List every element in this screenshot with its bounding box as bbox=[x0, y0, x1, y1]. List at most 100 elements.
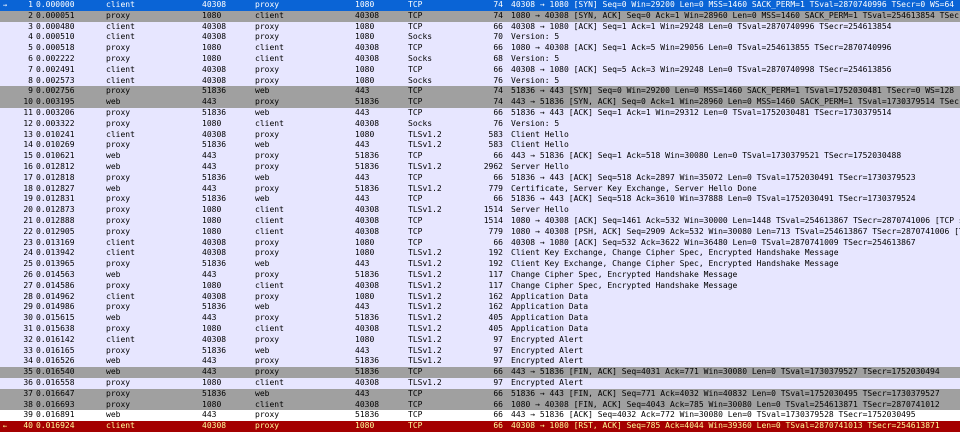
packet-protocol: Socks bbox=[408, 54, 433, 63]
packet-number: 35 bbox=[23, 367, 33, 377]
packet-row[interactable]: 6 0.002222 proxy 1080 client 40308 Socks 68 Vers… bbox=[0, 54, 960, 65]
packet-row[interactable]: ← 40 0.016924 client 40308 proxy 1080 TCP 66 4030… bbox=[0, 421, 960, 432]
packet-row[interactable]: 39 0.016891 web 443 proxy 51836 TCP 66 443 → 518… bbox=[0, 410, 960, 422]
packet-source-port: 51836 bbox=[202, 194, 227, 204]
packet-row[interactable]: 35 0.016540 web 443 proxy 51836 TCP 66 443 → 518… bbox=[0, 367, 960, 378]
packet-row[interactable]: 26 0.014563 web 443 proxy 51836 TLSv1.2 117 Chan… bbox=[0, 270, 960, 281]
packet-row[interactable]: 15 0.010621 web 443 proxy 51836 TCP 66 443 → 518… bbox=[0, 151, 960, 162]
packet-protocol: Socks bbox=[408, 118, 433, 128]
packet-source: client bbox=[106, 75, 135, 85]
packet-row[interactable]: 27 0.014586 proxy 1080 client 40308 TLSv1.2 117… bbox=[0, 280, 960, 292]
packet-source: proxy bbox=[106, 226, 131, 236]
packet-protocol: TCP bbox=[408, 410, 423, 420]
packet-info: 443 → 51836 [ACK] Seq=4032 Ack=772 Win=3… bbox=[511, 410, 916, 420]
packet-row[interactable]: 7 0.002491 client 40308 proxy 1080 TCP 66 40308 … bbox=[0, 64, 960, 76]
packet-row[interactable]: 14 0.010269 proxy 51836 web 443 TLSv1.2 583 Clie… bbox=[0, 140, 960, 152]
packet-row[interactable]: 34 0.016526 web 443 proxy 51836 TLSv1.2 97 Encry… bbox=[0, 356, 960, 368]
packet-destination: proxy bbox=[255, 291, 280, 301]
packet-protocol: TCP bbox=[408, 367, 423, 377]
packet-length: 74 bbox=[493, 10, 503, 20]
packet-source: web bbox=[106, 356, 121, 366]
packet-time: 0.012827 bbox=[36, 183, 75, 193]
packet-length: 1514 bbox=[483, 205, 503, 215]
packet-info: 51836 → 443 [FIN, ACK] Seq=771 Ack=4032 … bbox=[511, 388, 940, 398]
packet-protocol: TCP bbox=[408, 97, 423, 107]
packet-time: 0.016924 bbox=[36, 421, 75, 431]
packet-info: Version: 5 bbox=[511, 75, 560, 85]
packet-destination-port: 40308 bbox=[355, 324, 380, 333]
packet-destination-port: 1080 bbox=[355, 21, 375, 31]
packet-protocol: TLSv1.2 bbox=[408, 345, 442, 355]
packet-row[interactable]: 20 0.012873 proxy 1080 client 40308 TLSv1.2 151… bbox=[0, 205, 960, 216]
packet-protocol: TLSv1.2 bbox=[408, 313, 442, 323]
packet-row[interactable]: 36 0.016558 proxy 1080 client 40308 TLSv1.2 97 E… bbox=[0, 378, 960, 389]
packet-row[interactable]: 32 0.016142 client 40308 proxy 1080 TLSv1.2 97 E… bbox=[0, 334, 960, 346]
packet-destination: client bbox=[255, 205, 284, 215]
packet-length: 1514 bbox=[483, 216, 503, 225]
packet-protocol: TCP bbox=[408, 86, 423, 96]
packet-time: 0.010621 bbox=[36, 151, 75, 161]
packet-row[interactable]: 16 0.012812 web 443 proxy 51836 TLSv1.2 2962 Ser… bbox=[0, 162, 960, 173]
packet-destination: client bbox=[255, 10, 284, 20]
packet-time: 0.016891 bbox=[36, 410, 75, 420]
packet-row[interactable]: 23 0.013169 client 40308 proxy 1080 TCP 66 40308… bbox=[0, 237, 960, 249]
packet-row[interactable]: 31 0.015638 proxy 1080 client 40308 TLSv1.2 405… bbox=[0, 324, 960, 335]
packet-row[interactable]: → 1 0.000000 client 40308 proxy 1080 TCP 74 40308… bbox=[0, 0, 960, 11]
packet-row[interactable]: 21 0.012888 proxy 1080 client 40308 TCP 1514 108… bbox=[0, 216, 960, 227]
packet-source: proxy bbox=[106, 118, 131, 128]
packet-row[interactable]: 30 0.015615 web 443 proxy 51836 TLSv1.2 405 Appl… bbox=[0, 313, 960, 324]
packet-row[interactable]: 17 0.012818 proxy 51836 web 443 TCP 66 51836 → 4… bbox=[0, 172, 960, 184]
packet-destination-port: 40308 bbox=[355, 43, 380, 53]
packet-time: 0.015638 bbox=[36, 324, 75, 333]
packet-time: 0.002756 bbox=[36, 86, 75, 96]
packet-row[interactable]: 28 0.014962 client 40308 proxy 1080 TLSv1.2 162… bbox=[0, 291, 960, 303]
packet-time: 0.014586 bbox=[36, 280, 75, 290]
packet-row[interactable]: 38 0.016693 proxy 1080 client 40308 TCP 66 1080 … bbox=[0, 399, 960, 411]
packet-row[interactable]: 13 0.010241 client 40308 proxy 1080 TLSv1.2 583… bbox=[0, 129, 960, 141]
packet-row[interactable]: 8 0.002573 client 40308 proxy 1080 Socks 76 Vers… bbox=[0, 75, 960, 87]
packet-destination: proxy bbox=[255, 367, 280, 377]
packet-row[interactable]: 19 0.012831 proxy 51836 web 443 TCP 66 51836 → 4… bbox=[0, 194, 960, 206]
packet-destination: client bbox=[255, 324, 284, 333]
packet-info: Change Cipher Spec, Encrypted Handshake … bbox=[511, 280, 738, 290]
packet-destination: client bbox=[255, 43, 284, 53]
packet-number: 25 bbox=[23, 259, 33, 269]
packet-info: 1080 → 40308 [ACK] Seq=1461 Ack=532 Win=… bbox=[511, 216, 960, 225]
packet-source-port: 443 bbox=[202, 356, 217, 366]
packet-length: 117 bbox=[488, 270, 503, 279]
packet-row[interactable]: 2 0.000051 proxy 1080 client 40308 TCP 74 1080 →… bbox=[0, 10, 960, 22]
packet-source-port: 51836 bbox=[202, 86, 227, 96]
packet-protocol: TCP bbox=[408, 10, 423, 20]
packet-row[interactable]: 22 0.012905 proxy 1080 client 40308 TCP 779 1080… bbox=[0, 226, 960, 238]
packet-row[interactable]: 9 0.002756 proxy 51836 web 443 TCP 74 51836 → 44… bbox=[0, 86, 960, 98]
packet-destination: web bbox=[255, 345, 270, 355]
packet-protocol: TCP bbox=[408, 172, 423, 182]
packet-row[interactable]: 33 0.016165 proxy 51836 web 443 TLSv1.2 97 Encry… bbox=[0, 345, 960, 357]
packet-info: Client Hello bbox=[511, 129, 569, 139]
packet-row[interactable]: 18 0.012827 web 443 proxy 51836 TLSv1.2 779 Cert… bbox=[0, 183, 960, 195]
packet-row[interactable]: 11 0.003206 proxy 51836 web 443 TCP 66 51836 → 4… bbox=[0, 108, 960, 119]
packet-row[interactable]: 4 0.000510 client 40308 proxy 1080 Socks 70 Vers… bbox=[0, 32, 960, 44]
packet-source-port: 443 bbox=[202, 367, 217, 377]
packet-row[interactable]: 37 0.016647 proxy 51836 web 443 TCP 66 51836 → 4… bbox=[0, 388, 960, 400]
packet-length: 162 bbox=[488, 302, 503, 312]
packet-row[interactable]: 12 0.003322 proxy 1080 client 40308 Socks 76 Ver… bbox=[0, 118, 960, 130]
packet-row[interactable]: 24 0.013942 client 40308 proxy 1080 TLSv1.2 192… bbox=[0, 248, 960, 260]
packet-number: 5 bbox=[28, 43, 33, 53]
packet-info: 51836 → 443 [ACK] Seq=518 Ack=3610 Win=3… bbox=[511, 194, 916, 204]
packet-row[interactable]: 10 0.003195 web 443 proxy 51836 TCP 74 443 → 518… bbox=[0, 97, 960, 108]
packet-row[interactable]: 3 0.000480 client 40308 proxy 1080 TCP 66 40308 … bbox=[0, 21, 960, 33]
packet-row[interactable]: 29 0.014986 proxy 51836 web 443 TLSv1.2 162 Appl… bbox=[0, 302, 960, 314]
packet-destination: web bbox=[255, 172, 270, 182]
packet-protocol: TLSv1.2 bbox=[408, 291, 442, 301]
packet-protocol: TCP bbox=[408, 64, 423, 74]
packet-info: 40308 → 1080 [SYN] Seq=0 Win=29200 Len=0… bbox=[511, 0, 955, 9]
packet-time: 0.002573 bbox=[36, 75, 75, 85]
packet-row[interactable]: 5 0.000518 proxy 1080 client 40308 TCP 66 1080 →… bbox=[0, 43, 960, 54]
packet-destination-port: 51836 bbox=[355, 151, 380, 161]
packet-source-port: 443 bbox=[202, 97, 217, 107]
packet-info: 51836 → 443 [ACK] Seq=1 Ack=1 Win=29312 … bbox=[511, 108, 892, 117]
packet-row[interactable]: 25 0.013965 proxy 51836 web 443 TLSv1.2 192 Clie… bbox=[0, 259, 960, 270]
packet-length: 66 bbox=[493, 399, 503, 409]
packet-destination: client bbox=[255, 280, 284, 290]
